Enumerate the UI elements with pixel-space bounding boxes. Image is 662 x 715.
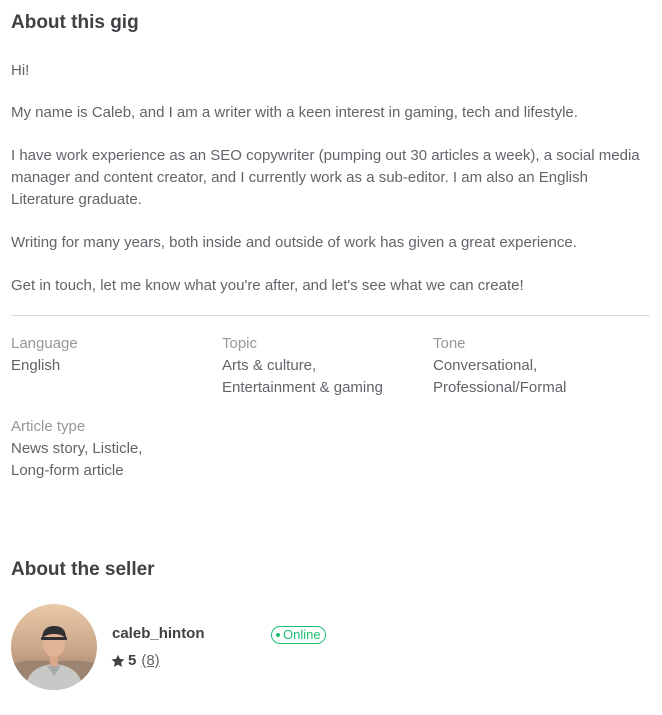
seller-username[interactable]: caleb_hinton <box>112 625 205 642</box>
seller-rating: 5 (8) <box>111 652 160 669</box>
divider <box>11 315 650 316</box>
star-icon <box>111 654 125 667</box>
meta-label: Topic <box>222 335 258 352</box>
online-status-badge: Online <box>271 626 326 644</box>
online-status-label: Online <box>283 627 321 642</box>
gig-title: About this gig <box>11 12 139 33</box>
review-count-link[interactable]: (8) <box>141 652 159 669</box>
description-paragraph: Get in touch, let me know what you're af… <box>11 277 524 294</box>
meta-label: Tone <box>433 335 466 352</box>
meta-label: Language <box>11 335 78 352</box>
meta-tone: Tone Conversational, Professional/Formal <box>433 333 566 399</box>
meta-value: Entertainment & gaming <box>222 379 383 396</box>
avatar[interactable] <box>11 604 97 690</box>
meta-value: Long-form article <box>11 462 124 479</box>
rating-score: 5 <box>128 652 137 669</box>
meta-value: Arts & culture, <box>222 357 317 374</box>
meta-language: Language English <box>11 333 78 377</box>
meta-value: Professional/Formal <box>433 379 567 396</box>
meta-topic: Topic Arts & culture, Entertainment & ga… <box>222 333 383 399</box>
online-dot-icon <box>276 633 280 637</box>
meta-article-type: Article type News story, Listicle, Long-… <box>11 416 142 482</box>
description-paragraph: I have work experience as an SEO copywri… <box>11 147 640 208</box>
seller-section-title: About the seller <box>11 559 155 580</box>
meta-value: Conversational, <box>433 357 538 374</box>
description-paragraph: Hi! <box>11 62 30 79</box>
meta-label: Article type <box>11 418 86 435</box>
meta-value: News story, Listicle, <box>11 440 143 457</box>
meta-value: English <box>11 357 61 374</box>
description-paragraph: My name is Caleb, and I am a writer with… <box>11 104 578 121</box>
person-avatar-icon <box>11 604 97 690</box>
description-paragraph: Writing for many years, both inside and … <box>11 234 577 251</box>
